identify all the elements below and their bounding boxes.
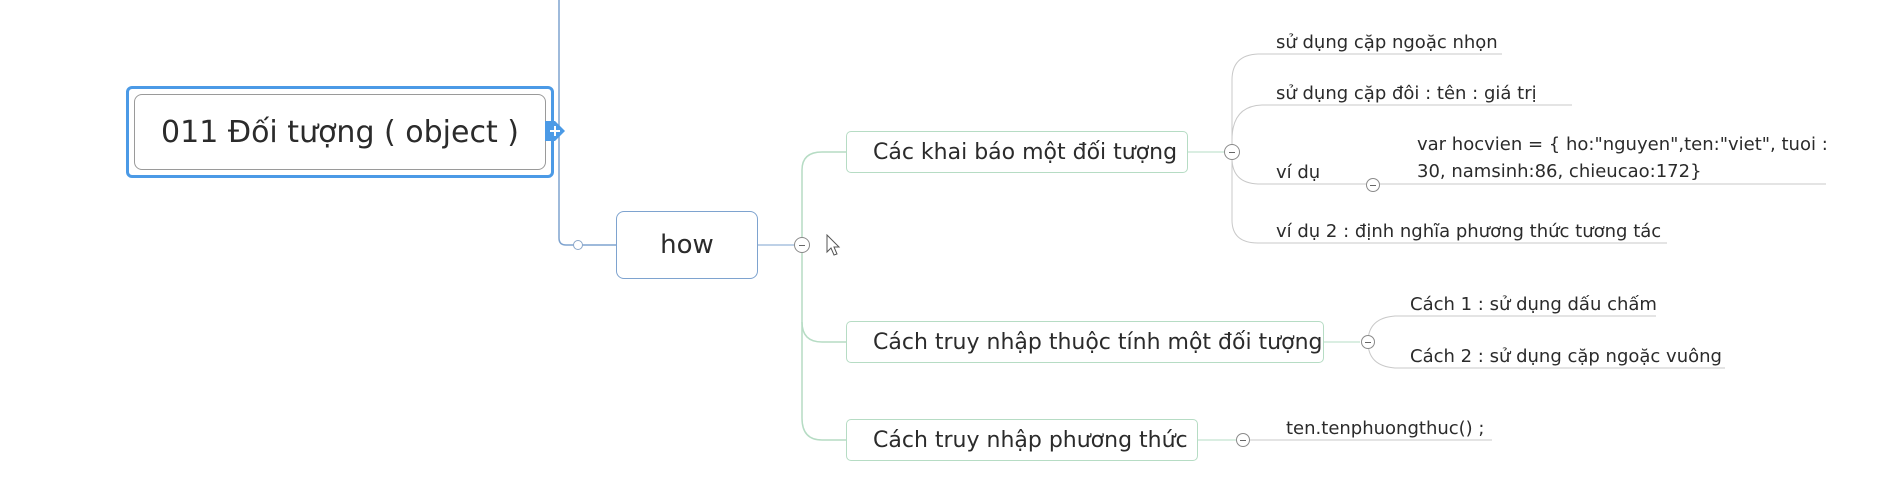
mind-map-canvas: 011 Đối tượng ( object ) how Các khai bá… bbox=[0, 0, 1885, 503]
leaf-method-call[interactable]: ten.tenphuongthuc() ; bbox=[1286, 418, 1485, 440]
root-topic[interactable]: 011 Đối tượng ( object ) bbox=[126, 86, 554, 178]
collapse-declare-toggle-icon[interactable] bbox=[1224, 144, 1240, 160]
expand-plus-icon[interactable] bbox=[545, 121, 565, 141]
root-topic-title: 011 Đối tượng ( object ) bbox=[134, 94, 546, 170]
leaf-curly-braces[interactable]: sử dụng cặp ngoặc nhọn bbox=[1276, 32, 1498, 54]
collapse-access-toggle-icon[interactable] bbox=[1361, 335, 1375, 349]
collapse-example-toggle-icon[interactable] bbox=[1366, 178, 1380, 192]
topic-how[interactable]: how bbox=[616, 211, 758, 279]
connector-dot bbox=[573, 240, 583, 250]
leaf-example-code[interactable]: var hocvien = { ho:"nguyen",ten:"viet", … bbox=[1417, 131, 1837, 185]
leaf-name-value-pairs[interactable]: sử dụng cặp đôi : tên : giá trị bbox=[1276, 83, 1537, 105]
leaf-bracket-notation[interactable]: Cách 2 : sử dụng cặp ngoặc vuông bbox=[1410, 346, 1722, 368]
topic-access-property[interactable]: Cách truy nhập thuộc tính một đối tượng bbox=[846, 321, 1324, 363]
collapse-how-toggle-icon[interactable] bbox=[794, 237, 810, 253]
mouse-cursor-icon bbox=[826, 234, 841, 256]
leaf-example[interactable]: ví dụ bbox=[1276, 162, 1320, 184]
leaf-dot-notation[interactable]: Cách 1 : sử dụng dấu chấm bbox=[1410, 294, 1657, 316]
collapse-method-toggle-icon[interactable] bbox=[1236, 433, 1250, 447]
topic-declare-object[interactable]: Các khai báo một đối tượng bbox=[846, 131, 1188, 173]
leaf-example-2[interactable]: ví dụ 2 : định nghĩa phương thức tương t… bbox=[1276, 221, 1661, 243]
topic-access-method[interactable]: Cách truy nhập phương thức bbox=[846, 419, 1198, 461]
